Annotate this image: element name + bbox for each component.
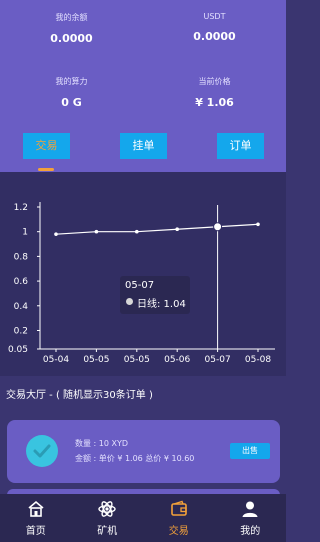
home-icon bbox=[28, 500, 44, 517]
price-stat: 当前价格 ¥ 1.06 bbox=[143, 76, 286, 109]
tab-pending-orders[interactable]: 挂单 bbox=[120, 133, 167, 159]
chart-tooltip: 05-07 日线: 1.04 bbox=[120, 276, 190, 314]
nav-mine-label: 我的 bbox=[240, 526, 261, 537]
price-label: 当前价格 bbox=[198, 77, 231, 86]
tab-trade[interactable]: 交易 bbox=[23, 133, 70, 159]
price-chart[interactable]: 1.2 1 0.8 0.6 0.4 0.2 0.05 05-04 05-05 05-05 05-06… bbox=[0, 172, 286, 376]
x-tick-label: 05-06 bbox=[164, 355, 190, 365]
x-tick-label: 05-05 bbox=[124, 355, 150, 365]
order-amount: 金额 : 单价 ¥ 1.06 总价 ¥ 10.60 bbox=[75, 454, 195, 463]
y-tick-label: 0.05 bbox=[8, 345, 28, 355]
balance-stat: 我的余额 0.0000 bbox=[0, 12, 143, 45]
bottom-nav: 首页 矿机 交易 我的 bbox=[0, 494, 286, 542]
tooltip-dot bbox=[126, 298, 133, 305]
power-label: 我的算力 bbox=[55, 77, 88, 86]
nav-home-label: 首页 bbox=[25, 526, 46, 537]
tab-orders[interactable]: 订单 bbox=[217, 133, 264, 159]
power-value: 0 G bbox=[61, 96, 82, 109]
order-quantity: 数量 : 10 XYD bbox=[75, 439, 129, 448]
price-series-line bbox=[55, 223, 259, 235]
nav-miner[interactable]: 矿机 bbox=[72, 494, 144, 542]
price-chart-svg: 1.2 1 0.8 0.6 0.4 0.2 0.05 05-04 05-05 05-05 05-06… bbox=[8, 202, 275, 365]
wallet-icon bbox=[170, 500, 187, 516]
order-card: 数量 : 10 XYD 金额 : 单价 ¥ 1.06 总价 ¥ 10.60 出售 bbox=[7, 420, 280, 483]
y-tick-label: 0.6 bbox=[14, 277, 29, 287]
y-tick-label: 0.4 bbox=[14, 302, 29, 312]
sell-button[interactable]: 出售 bbox=[230, 443, 270, 459]
tooltip-date: 05-07 bbox=[125, 280, 155, 291]
trading-hall-title: 交易大厅 - ( 随机显示30条订单 ) bbox=[6, 390, 153, 401]
price-value: ¥ 1.06 bbox=[195, 96, 234, 109]
summary-panel: 我的余额 0.0000 USDT 0.0000 我的算力 0 G 当前价格 ¥ … bbox=[0, 0, 286, 172]
tooltip-value: 日线: 1.04 bbox=[137, 299, 186, 310]
check-icon bbox=[26, 435, 58, 467]
atom-icon bbox=[98, 501, 116, 517]
nav-mine[interactable]: 我的 bbox=[215, 494, 287, 542]
data-point bbox=[256, 222, 260, 227]
power-stat: 我的算力 0 G bbox=[0, 76, 143, 109]
highlighted-point bbox=[213, 222, 223, 232]
user-icon bbox=[242, 501, 258, 517]
data-point bbox=[175, 227, 179, 232]
y-tick-label: 0.8 bbox=[14, 252, 29, 262]
data-point bbox=[54, 232, 58, 236]
usdt-value: 0.0000 bbox=[193, 30, 236, 43]
nav-trade[interactable]: 交易 bbox=[143, 494, 215, 542]
y-tick-label: 1.2 bbox=[14, 203, 28, 213]
data-point bbox=[135, 229, 139, 234]
nav-miner-label: 矿机 bbox=[97, 526, 118, 537]
x-tick-label: 05-07 bbox=[205, 355, 231, 365]
usdt-stat: USDT 0.0000 bbox=[143, 12, 286, 43]
y-tick-label: 1 bbox=[22, 228, 28, 238]
balance-value: 0.0000 bbox=[50, 32, 93, 45]
y-tick-label: 0.2 bbox=[14, 326, 28, 336]
data-point bbox=[94, 229, 99, 234]
balance-label: 我的余额 bbox=[55, 13, 88, 22]
usdt-label: USDT bbox=[203, 12, 226, 21]
x-tick-label: 05-08 bbox=[245, 355, 271, 365]
x-tick-label: 05-04 bbox=[43, 355, 69, 365]
nav-home[interactable]: 首页 bbox=[0, 494, 72, 542]
x-tick-label: 05-05 bbox=[83, 355, 109, 365]
nav-trade-label: 交易 bbox=[168, 526, 189, 537]
active-tab-indicator bbox=[38, 168, 54, 171]
